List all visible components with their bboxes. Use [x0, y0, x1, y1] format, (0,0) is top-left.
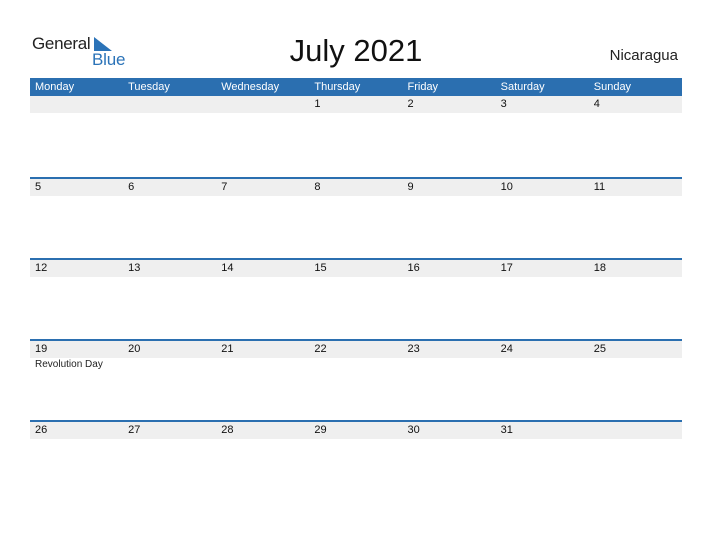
- day-number: 22: [314, 343, 327, 355]
- events-row: Revolution Day: [30, 358, 682, 372]
- week-row: 12 13 14 15 16 17 18: [30, 258, 682, 339]
- day-number: [123, 96, 216, 113]
- holiday-event: [589, 358, 682, 372]
- holiday-event: [496, 358, 589, 372]
- day-number: 15: [314, 262, 327, 274]
- day-number-strip: 26 27 28 29 30 31: [30, 422, 682, 439]
- day-number: 28: [221, 424, 234, 436]
- holiday-event: [403, 358, 496, 372]
- day-number: 21: [221, 343, 234, 355]
- day-number: 27: [128, 424, 141, 436]
- day-number: 6: [128, 181, 135, 193]
- holiday-event: [123, 358, 216, 372]
- country-label: Nicaragua: [609, 47, 678, 64]
- day-number: 26: [35, 424, 48, 436]
- holiday-event: [216, 358, 309, 372]
- day-number: [216, 96, 309, 113]
- calendar-grid: Monday Tuesday Wednesday Thursday Friday…: [30, 78, 682, 501]
- day-number: 23: [407, 343, 420, 355]
- day-number: 9: [407, 181, 414, 193]
- day-number: 2: [407, 98, 414, 110]
- day-number: 24: [500, 343, 513, 355]
- day-number: 5: [35, 181, 42, 193]
- day-number: 8: [314, 181, 321, 193]
- day-number: [30, 96, 123, 113]
- calendar-title: July 2021: [289, 33, 423, 68]
- day-number: 31: [500, 424, 513, 436]
- day-number: 7: [221, 181, 228, 193]
- day-number-strip: 5 6 7 8 9 10 11: [30, 179, 682, 196]
- week-row: 1 2 3 4: [30, 96, 682, 177]
- day-number: 17: [500, 262, 513, 274]
- day-number: 10: [500, 181, 513, 193]
- week-row: 5 6 7 8 9 10 11: [30, 177, 682, 258]
- day-number: 13: [128, 262, 141, 274]
- holiday-event: [309, 358, 402, 372]
- weekday-sunday: Sunday: [593, 81, 632, 93]
- day-number: 12: [35, 262, 48, 274]
- day-number: 16: [407, 262, 420, 274]
- day-number-strip: 12 13 14 15 16 17 18: [30, 260, 682, 277]
- weekday-thursday: Thursday: [314, 81, 361, 93]
- day-number: 1: [314, 98, 321, 110]
- week-row: 26 27 28 29 30 31: [30, 420, 682, 501]
- day-number: 3: [500, 98, 507, 110]
- day-number: 20: [128, 343, 141, 355]
- weekday-saturday: Saturday: [500, 81, 545, 93]
- day-number: 19: [35, 343, 48, 355]
- weekday-monday: Monday: [35, 81, 75, 93]
- day-number: 30: [407, 424, 420, 436]
- week-row: 19 20 21 22 23 24 25 Revolution Day: [30, 339, 682, 420]
- day-number: 29: [314, 424, 327, 436]
- weekday-tuesday: Tuesday: [128, 81, 170, 93]
- day-number: 25: [593, 343, 606, 355]
- weekday-header: Monday Tuesday Wednesday Thursday Friday…: [30, 78, 682, 96]
- weekday-wednesday: Wednesday: [221, 81, 280, 93]
- day-number: 14: [221, 262, 234, 274]
- holiday-event: Revolution Day: [35, 359, 103, 370]
- weekday-friday: Friday: [407, 81, 439, 93]
- day-number-strip: 1 2 3 4: [30, 96, 682, 113]
- day-number: 11: [593, 181, 606, 193]
- day-number-strip: 19 20 21 22 23 24 25: [30, 341, 682, 358]
- day-number: 18: [593, 262, 606, 274]
- day-number: [589, 422, 682, 439]
- day-number: 4: [593, 98, 600, 110]
